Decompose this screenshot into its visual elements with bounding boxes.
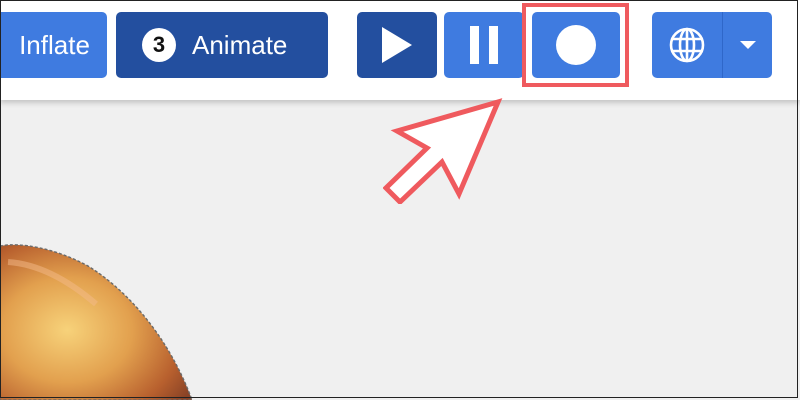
record-button-highlight bbox=[522, 3, 629, 87]
step-badge: 3 bbox=[142, 28, 176, 62]
inflated-ball-graphic bbox=[0, 244, 193, 400]
play-icon bbox=[382, 27, 412, 63]
inflate-label: Inflate bbox=[19, 29, 90, 60]
play-button[interactable] bbox=[357, 12, 437, 78]
caret-down-icon bbox=[739, 41, 756, 49]
globe-icon bbox=[669, 27, 705, 63]
inflate-button[interactable]: Inflate bbox=[0, 12, 107, 78]
pause-icon bbox=[470, 26, 498, 64]
pause-button[interactable] bbox=[444, 12, 524, 78]
language-dropdown-button[interactable] bbox=[722, 12, 772, 78]
animate-button[interactable]: 3 Animate bbox=[116, 12, 328, 78]
toolbar: Inflate 3 Animate bbox=[0, 0, 800, 100]
pointer-arrow-icon bbox=[383, 98, 503, 204]
language-button[interactable] bbox=[652, 12, 722, 78]
animate-label: Animate bbox=[192, 29, 288, 60]
